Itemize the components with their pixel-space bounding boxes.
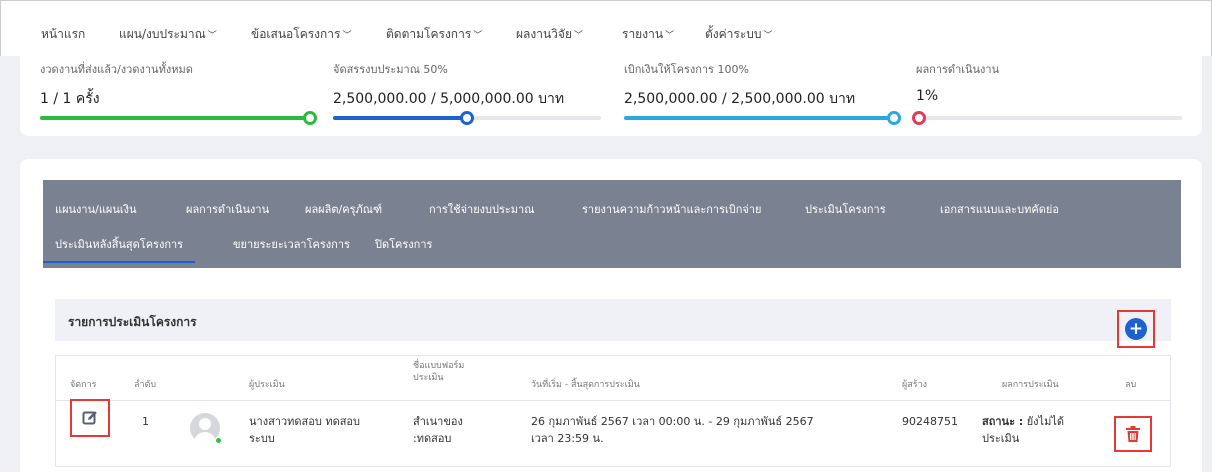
- nav-research[interactable]: ผลงานวิจัย ﹀: [516, 25, 583, 44]
- progress-fill: [40, 116, 310, 120]
- chevron-down-icon: ﹀: [574, 31, 584, 41]
- cell-form-name: สำเนาของ :ทดสอบ: [413, 415, 463, 445]
- top-navigation: หน้าแรก แผน/งบประมาณ ﹀ ข้อเสนอโครงการ ﹀ ติ…: [0, 0, 1212, 56]
- tab-outputs-equipment[interactable]: ผลผลิต/ครุภัณฑ์: [305, 200, 382, 218]
- cell-evaluator: นางสาวทดสอบ ทดสอบ ระบบ: [249, 415, 361, 445]
- row-divider: [56, 400, 1170, 401]
- tab-project-evaluation[interactable]: ประเมินโครงการ: [805, 200, 886, 218]
- cell-creator: 90248751: [902, 415, 958, 428]
- tab-budget-spending[interactable]: การใช้จ่ายงบประมาณ: [429, 200, 534, 218]
- add-evaluation-button[interactable]: +: [1117, 310, 1155, 348]
- header-creator: ผู้สร้าง: [902, 380, 928, 390]
- project-stats-card: งวดงานที่ส่งแล้ว/งวดงานทั้งหมด 1 / 1 ครั…: [20, 56, 1202, 136]
- tab-plan-finance[interactable]: แผนงาน/แผนเงิน: [55, 200, 137, 218]
- nav-plan-budget[interactable]: แผน/งบประมาณ ﹀: [119, 25, 217, 44]
- header-order: ลำดับ: [134, 380, 157, 390]
- progress-knob: [460, 111, 474, 125]
- edit-icon: [82, 411, 97, 425]
- progress-fill: [333, 116, 467, 120]
- progress-track: [333, 111, 601, 125]
- progress-track: [911, 111, 1182, 125]
- online-status-dot: [215, 437, 222, 444]
- nav-report[interactable]: รายงาน ﹀: [622, 25, 674, 44]
- tab-post-project-evaluation[interactable]: ประเมินหลังสิ้นสุดโครงการ: [42, 235, 196, 263]
- cell-period: 26 กุมภาพันธ์ 2567 เวลา 00:00 น. - 29 กุ…: [531, 415, 814, 445]
- evaluation-list-header: รายการประเมินโครงการ: [55, 299, 1171, 341]
- nav-tracking[interactable]: ติดตามโครงการ ﹀: [386, 25, 482, 44]
- chevron-down-icon: ﹀: [763, 31, 773, 41]
- result-status-label: สถานะ :: [982, 415, 1024, 428]
- trash-icon: [1126, 426, 1140, 442]
- progress-track: [624, 111, 901, 125]
- header-form-name: ชื่อแบบฟอร์ม ประเมิน: [413, 361, 465, 383]
- evaluation-list-title: รายการประเมินโครงการ: [68, 315, 197, 329]
- cell-result: สถานะ : ยังไม่ได้ ประเมิน: [982, 413, 1064, 447]
- cell-order: 1: [142, 415, 149, 428]
- chevron-down-icon: ﹀: [207, 31, 217, 41]
- chevron-down-icon: ﹀: [473, 31, 483, 41]
- tab-attachments-abstract[interactable]: เอกสารแนบและบทคัดย่อ: [940, 200, 1059, 218]
- header-manage: จัดการ: [70, 380, 97, 390]
- edit-button[interactable]: [70, 399, 110, 437]
- header-period: วันที่เริ่ม - สิ้นสุดการประเมิน: [531, 380, 640, 390]
- progress-knob: [887, 111, 901, 125]
- header-result: ผลการประเมิน: [1002, 380, 1059, 390]
- evaluation-table: จัดการ ลำดับ ผู้ประเมิน ชื่อแบบฟอร์ม ประ…: [55, 355, 1171, 467]
- chevron-down-icon: ﹀: [665, 31, 675, 41]
- progress-track: [40, 111, 317, 125]
- nav-settings[interactable]: ตั้งค่าระบบ ﹀: [705, 25, 773, 44]
- tab-extend-project[interactable]: ขยายระยะเวลาโครงการ: [233, 235, 350, 253]
- progress-fill: [624, 116, 894, 120]
- project-tab-bar: แผนงาน/แผนเงิน ผลการดำเนินงาน ผลผลิต/ครุ…: [42, 180, 1181, 268]
- nav-home[interactable]: หน้าแรก: [41, 25, 85, 44]
- tab-progress-report[interactable]: รายงานความก้าวหน้าและการเบิกจ่าย: [582, 200, 761, 218]
- nav-proposal[interactable]: ข้อเสนอโครงการ ﹀: [251, 25, 352, 44]
- progress-knob: [911, 111, 926, 125]
- progress-knob: [303, 111, 317, 125]
- tab-close-project[interactable]: ปิดโครงการ: [375, 235, 432, 253]
- chevron-down-icon: ﹀: [342, 31, 352, 41]
- project-detail-card: แผนงาน/แผนเงิน ผลการดำเนินงาน ผลผลิต/ครุ…: [20, 159, 1202, 472]
- tab-performance[interactable]: ผลการดำเนินงาน: [186, 200, 269, 218]
- delete-button[interactable]: [1114, 416, 1152, 452]
- plus-circle-icon: +: [1125, 318, 1147, 340]
- header-evaluator: ผู้ประเมิน: [249, 380, 285, 390]
- header-delete: ลบ: [1125, 380, 1137, 390]
